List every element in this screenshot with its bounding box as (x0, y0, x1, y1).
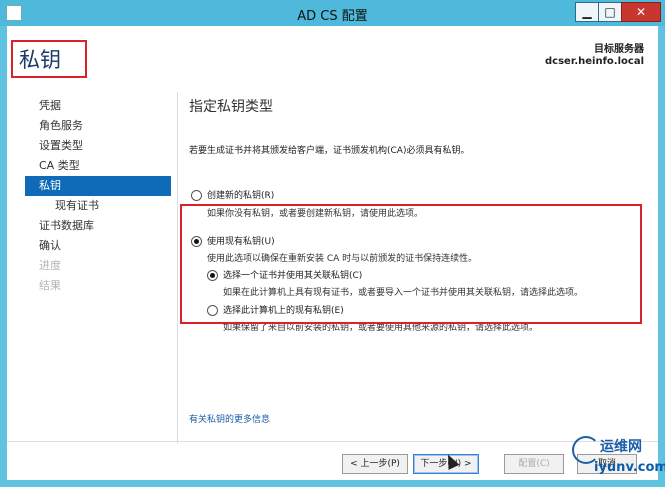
target-server-label: 目标服务器 (594, 44, 644, 55)
footer-divider (7, 441, 658, 442)
content-panel: 指定私钥类型 若要生成证书并将其颁发给客户端，证书颁发机构(CA)必须具有私钥。… (189, 92, 639, 333)
nav-item-setup-type[interactable]: 设置类型 (25, 136, 171, 156)
window-title: AD CS 配置 (297, 9, 368, 24)
nav-item-ca-type[interactable]: CA 类型 (25, 156, 171, 176)
nav-divider (177, 92, 178, 444)
nav-item-existing-cert[interactable]: 现有证书 (25, 196, 171, 216)
title-bar[interactable]: AD CS 配置 ▁ □ ✕ (0, 0, 665, 26)
watermark-top-text: 运维网 (600, 439, 642, 455)
back-button[interactable]: < 上一步(P) (342, 454, 408, 474)
highlight-box-options (180, 204, 642, 324)
nav-item-role-services[interactable]: 角色服务 (25, 116, 171, 136)
wizard-client: 私钥 目标服务器 dcser.heinfo.local 凭据 角色服务 设置类型… (7, 26, 658, 480)
nav-item-progress: 进度 (39, 259, 61, 272)
section-title: 指定私钥类型 (189, 99, 273, 115)
close-button[interactable]: ✕ (621, 2, 661, 22)
nav-item-credentials[interactable]: 凭据 (25, 96, 171, 116)
watermark: 运维网 iyunv.com (572, 436, 665, 484)
watermark-bottom-text: iyunv.com (594, 460, 665, 475)
section-description: 若要生成证书并将其颁发给客户端，证书颁发机构(CA)必须具有私钥。 (189, 146, 470, 156)
nav-item-cert-database[interactable]: 证书数据库 (25, 216, 171, 236)
configure-button: 配置(C) (504, 454, 564, 474)
wizard-header: 私钥 目标服务器 dcser.heinfo.local (7, 26, 658, 88)
nav-item-private-key[interactable]: 私钥 (25, 176, 171, 196)
radio-create-new-key[interactable]: 创建新的私钥(R) (191, 188, 274, 201)
window: AD CS 配置 ▁ □ ✕ 私钥 目标服务器 dcser.heinfo.loc… (0, 0, 665, 487)
more-info-link[interactable]: 有关私钥的更多信息 (189, 412, 270, 425)
wizard-nav: 凭据 角色服务 设置类型 CA 类型 私钥 现有证书 证书数据库 确认 进度 结… (25, 96, 171, 296)
maximize-button[interactable]: □ (598, 2, 622, 22)
nav-item-results: 结果 (39, 279, 61, 292)
nav-item-confirmation[interactable]: 确认 (25, 236, 171, 256)
minimize-button[interactable]: ▁ (575, 2, 599, 22)
radio-unchecked-icon[interactable] (191, 190, 202, 201)
highlight-box-title (11, 40, 87, 78)
target-server-value: dcser.heinfo.local (545, 56, 644, 67)
radio-create-new-key-label: 创建新的私钥(R) (207, 191, 275, 201)
